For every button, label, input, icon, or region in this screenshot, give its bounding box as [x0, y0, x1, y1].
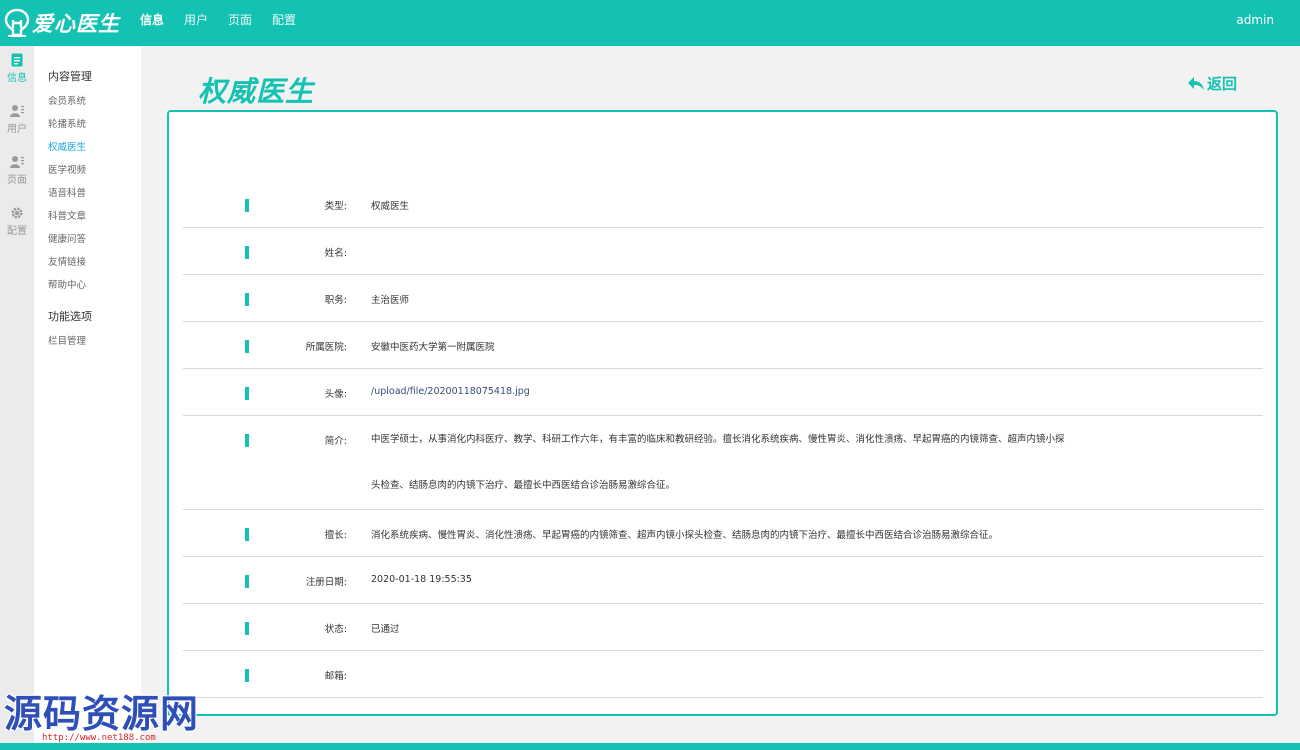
topnav-info[interactable]: 信息: [140, 0, 164, 46]
iconbar-info[interactable]: 信息: [0, 53, 34, 84]
row-marker: [245, 387, 249, 400]
user-list-icon: [10, 105, 24, 117]
top-navbar: 爱心医生 信息 用户 页面 配置 admin: [0, 0, 1300, 46]
user-list-icon: [10, 156, 24, 168]
detail-row-hospital: 所属医院: 安徽中医药大学第一附属医院: [183, 323, 1263, 369]
detail-label: 状态:: [324, 624, 347, 635]
detail-label: 简介:: [324, 436, 347, 447]
topnav-users[interactable]: 用户: [184, 0, 208, 46]
iconbar-users[interactable]: 用户: [0, 104, 34, 135]
watermark: 源码资源网 http://www.net188.com: [4, 683, 200, 743]
detail-row-avatar: 头像: /upload/file/20200118075418.jpg: [183, 370, 1263, 416]
app-logo[interactable]: 爱心医生: [4, 6, 120, 40]
detail-row-intro: 简介: 中医学硕士，从事消化内科医疗、教学、科研工作六年，有丰富的临床和教研经验…: [183, 417, 1263, 510]
detail-value: 权威医生: [371, 201, 410, 212]
detail-label: 职务:: [324, 295, 347, 306]
topnav-config[interactable]: 配置: [272, 0, 296, 46]
detail-value: 安徽中医药大学第一附属医院: [371, 342, 495, 353]
detail-label: 所属医院:: [305, 342, 347, 353]
top-nav: 信息 用户 页面 配置: [140, 0, 316, 46]
detail-row-status: 状态: 已通过: [183, 605, 1263, 651]
detail-row-name: 姓名:: [183, 229, 1263, 275]
status-value: 已通过: [371, 624, 400, 635]
icon-sidebar: 信息 用户 页面 配置: [0, 46, 34, 743]
row-marker: [245, 622, 249, 635]
detail-value: 2020-01-18 19:55:35: [371, 574, 472, 585]
watermark-url: http://www.net188.com: [42, 733, 156, 743]
detail-row-type: 类型: 权威医生: [183, 182, 1263, 228]
watermark-text: 源码资源网: [4, 691, 200, 736]
document-icon: [11, 53, 23, 67]
menu-item-articles[interactable]: 科普文章: [48, 208, 86, 222]
row-marker: [245, 575, 249, 588]
row-marker: [245, 434, 249, 447]
detail-row-regdate: 注册日期: 2020-01-18 19:55:35: [183, 558, 1263, 604]
iconbar-pages[interactable]: 页面: [0, 155, 34, 186]
menu-group-functions: 功能选项: [48, 310, 92, 323]
menu-item-audio[interactable]: 语音科普: [48, 185, 86, 199]
row-marker: [245, 528, 249, 541]
row-marker: [245, 246, 249, 259]
detail-label: 头像:: [324, 389, 347, 400]
detail-label: 注册日期:: [305, 577, 347, 588]
detail-row-email: 邮箱:: [183, 652, 1263, 698]
menu-item-qa[interactable]: 健康问答: [48, 231, 86, 245]
menu-item-carousel[interactable]: 轮播系统: [48, 116, 86, 130]
row-marker: [245, 669, 249, 682]
bottom-bar: [0, 743, 1300, 750]
menu-item-videos[interactable]: 医学视频: [48, 162, 86, 176]
logo-text: 爱心医生: [32, 12, 120, 36]
detail-label: 邮箱:: [324, 671, 347, 682]
row-marker: [245, 293, 249, 306]
detail-card: 类型: 权威医生 姓名: 职务: 主治医师 所属医院: 安徽中医药大学第一附属医…: [167, 110, 1278, 716]
detail-value: 主治医师: [371, 295, 410, 306]
back-button[interactable]: 返回: [1188, 73, 1237, 94]
row-marker: [245, 199, 249, 212]
menu-item-columns[interactable]: 栏目管理: [48, 333, 86, 347]
detail-value: 中医学硕士，从事消化内科医疗、教学、科研工作六年，有丰富的临床和教研经验。擅长消…: [371, 434, 1065, 491]
iconbar-config[interactable]: 配置: [0, 206, 34, 237]
avatar-path-link[interactable]: /upload/file/20200118075418.jpg: [371, 386, 530, 397]
page-title: 权威医生: [198, 75, 315, 108]
menu-item-help[interactable]: 帮助中心: [48, 277, 86, 291]
detail-label: 类型:: [324, 201, 347, 212]
detail-row-position: 职务: 主治医师: [183, 276, 1263, 322]
menu-item-doctors[interactable]: 权威医生: [48, 139, 86, 153]
iconbar-config-label: 配置: [7, 226, 27, 237]
detail-label: 姓名:: [324, 248, 347, 259]
menu-item-members[interactable]: 会员系统: [48, 93, 86, 107]
content-menu: 内容管理 会员系统 轮播系统 权威医生 医学视频 语音科普 科普文章 健康问答 …: [34, 46, 141, 743]
detail-value: 消化系统疾病、慢性胃炎、消化性溃疡、早起胃癌的内镜筛查、超声内镜小探头检查、结肠…: [371, 530, 999, 541]
back-label: 返回: [1207, 75, 1238, 93]
detail-row-specialty: 擅长: 消化系统疾病、慢性胃炎、消化性溃疡、早起胃癌的内镜筛查、超声内镜小探头检…: [183, 511, 1263, 557]
detail-label: 擅长:: [324, 530, 347, 541]
gear-icon: [11, 207, 23, 219]
topnav-pages[interactable]: 页面: [228, 0, 252, 46]
menu-item-links[interactable]: 友情链接: [48, 254, 86, 268]
reply-icon: [1188, 76, 1204, 90]
iconbar-pages-label: 页面: [7, 175, 27, 186]
row-marker: [245, 340, 249, 353]
iconbar-info-label: 信息: [7, 73, 27, 84]
user-name[interactable]: admin: [1236, 0, 1274, 40]
menu-group-content: 内容管理: [48, 70, 92, 83]
iconbar-users-label: 用户: [7, 124, 27, 135]
logo-icon: [4, 8, 30, 38]
